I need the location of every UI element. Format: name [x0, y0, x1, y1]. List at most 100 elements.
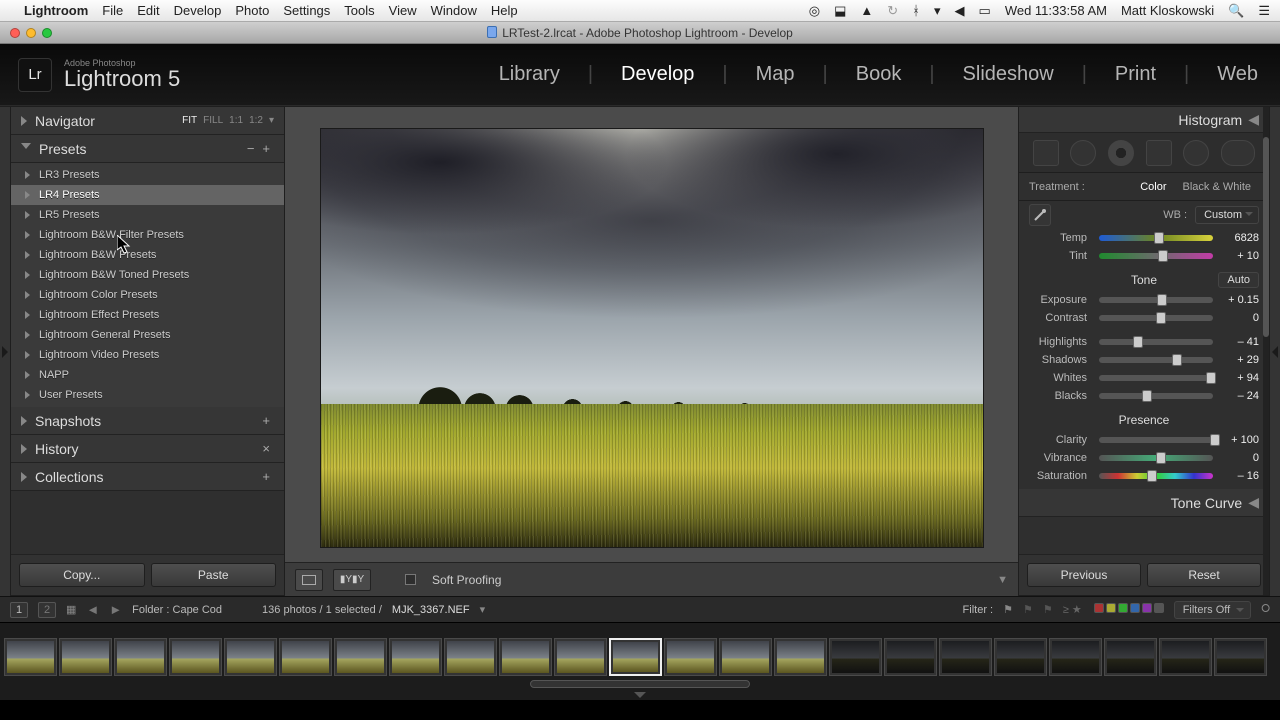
menu-window[interactable]: Window: [431, 3, 477, 18]
filmstrip-thumbnail[interactable]: [444, 638, 497, 676]
filmstrip-thumbnail[interactable]: [499, 638, 552, 676]
saturation-value[interactable]: – 16: [1219, 470, 1259, 482]
flag-filter-picked[interactable]: ⚑: [1003, 603, 1013, 616]
soft-proofing-checkbox[interactable]: [405, 574, 416, 585]
menubar-airplay-icon[interactable]: ▲: [860, 3, 873, 18]
whites-slider[interactable]: [1099, 375, 1213, 381]
reset-button[interactable]: Reset: [1147, 563, 1261, 587]
highlights-slider[interactable]: [1099, 339, 1213, 345]
flag-filter-unflagged[interactable]: ⚑: [1023, 603, 1033, 616]
blacks-slider[interactable]: [1099, 393, 1213, 399]
file-name[interactable]: MJK_3367.NEF: [392, 604, 470, 616]
filmstrip-thumbnail[interactable]: [884, 638, 937, 676]
history-clear-button[interactable]: ×: [258, 441, 274, 456]
menubar-battery-icon[interactable]: ▭: [979, 3, 991, 19]
filmstrip-thumbnail[interactable]: [114, 638, 167, 676]
wb-dropdown[interactable]: Custom: [1195, 206, 1259, 224]
contrast-slider[interactable]: [1099, 315, 1213, 321]
module-print[interactable]: Print: [1111, 59, 1160, 90]
filmstrip-thumbnail[interactable]: [1104, 638, 1157, 676]
main-photo[interactable]: [320, 128, 984, 548]
tint-value[interactable]: + 10: [1219, 250, 1259, 262]
preset-folder[interactable]: Lightroom General Presets: [11, 325, 284, 345]
highlights-value[interactable]: – 41: [1219, 336, 1259, 348]
filmstrip-thumbnail[interactable]: [554, 638, 607, 676]
filmstrip-thumbnail[interactable]: [1049, 638, 1102, 676]
menu-help[interactable]: Help: [491, 3, 518, 18]
menubar-evernote-icon[interactable]: ◎: [809, 3, 820, 19]
spot-removal-tool[interactable]: [1070, 140, 1096, 166]
paste-button[interactable]: Paste: [151, 563, 277, 587]
filmstrip[interactable]: [0, 622, 1280, 690]
menu-edit[interactable]: Edit: [137, 3, 159, 18]
notification-center-icon[interactable]: ☰: [1258, 3, 1270, 19]
module-slideshow[interactable]: Slideshow: [959, 59, 1058, 90]
second-monitor-2[interactable]: 2: [38, 602, 56, 618]
preset-folder[interactable]: User Presets: [11, 385, 284, 405]
filmstrip-thumbnail[interactable]: [279, 638, 332, 676]
menubar-volume-icon[interactable]: ◀: [955, 3, 965, 19]
menu-tools[interactable]: Tools: [344, 3, 374, 18]
filmstrip-scrollbar[interactable]: [530, 680, 750, 688]
toolbar-dropdown-icon[interactable]: ▼: [997, 574, 1008, 586]
zoom-fill[interactable]: FILL: [203, 115, 223, 126]
filmstrip-thumbnail[interactable]: [169, 638, 222, 676]
preset-folder[interactable]: Lightroom Color Presets: [11, 285, 284, 305]
copy-button[interactable]: Copy...: [19, 563, 145, 587]
nav-prev[interactable]: ◄: [86, 602, 99, 617]
file-dropdown-icon[interactable]: ▾: [480, 603, 486, 616]
histogram-header[interactable]: Histogram ◀: [1019, 107, 1269, 133]
presets-plus-button[interactable]: +: [258, 141, 274, 156]
filters-dropdown[interactable]: Filters Off: [1174, 601, 1251, 619]
app-menu[interactable]: Lightroom: [24, 3, 88, 18]
filmstrip-thumbnail[interactable]: [389, 638, 442, 676]
module-book[interactable]: Book: [852, 59, 906, 90]
presets-minus-button[interactable]: −: [243, 141, 259, 156]
menu-file[interactable]: File: [102, 3, 123, 18]
menu-develop[interactable]: Develop: [174, 3, 222, 18]
contrast-value[interactable]: 0: [1219, 312, 1259, 324]
preset-folder[interactable]: LR5 Presets: [11, 205, 284, 225]
shadows-slider[interactable]: [1099, 357, 1213, 363]
redeye-tool[interactable]: [1108, 140, 1134, 166]
wb-eyedropper-tool[interactable]: [1029, 204, 1051, 226]
filmstrip-thumbnail[interactable]: [829, 638, 882, 676]
module-map[interactable]: Map: [752, 59, 799, 90]
filmstrip-thumbnail[interactable]: [994, 638, 1047, 676]
whites-value[interactable]: + 94: [1219, 372, 1259, 384]
module-develop[interactable]: Develop: [617, 59, 698, 90]
filmstrip-thumbnail[interactable]: [939, 638, 992, 676]
menubar-wifi-icon[interactable]: ▾: [934, 3, 941, 19]
menu-photo[interactable]: Photo: [235, 3, 269, 18]
preset-folder[interactable]: Lightroom B&W Presets: [11, 245, 284, 265]
zoom-fit[interactable]: FIT: [182, 115, 197, 126]
exposure-slider[interactable]: [1099, 297, 1213, 303]
grid-view-icon[interactable]: ▦: [66, 603, 76, 616]
rating-filter[interactable]: ≥ ★: [1063, 603, 1082, 616]
crop-tool[interactable]: [1033, 140, 1059, 166]
tint-slider[interactable]: [1099, 253, 1213, 259]
history-header[interactable]: History ×: [11, 435, 284, 463]
presets-header[interactable]: Presets − +: [11, 135, 284, 163]
loupe-view-button[interactable]: [295, 569, 323, 591]
saturation-slider[interactable]: [1099, 473, 1213, 479]
snapshots-plus-button[interactable]: +: [258, 413, 274, 428]
right-panel-scrollbar[interactable]: [1263, 107, 1269, 595]
shadows-value[interactable]: + 29: [1219, 354, 1259, 366]
menu-settings[interactable]: Settings: [283, 3, 330, 18]
menu-view[interactable]: View: [389, 3, 417, 18]
preset-folder[interactable]: LR4 Presets: [11, 185, 284, 205]
filmstrip-thumbnail[interactable]: [59, 638, 112, 676]
radial-filter-tool[interactable]: [1183, 140, 1209, 166]
module-web[interactable]: Web: [1213, 59, 1262, 90]
left-rail-toggle[interactable]: [0, 106, 10, 596]
menubar-bluetooth-icon[interactable]: ᚼ: [912, 3, 920, 18]
exposure-value[interactable]: + 0.15: [1219, 294, 1259, 306]
second-monitor-1[interactable]: 1: [10, 602, 28, 618]
temp-slider[interactable]: [1099, 235, 1213, 241]
filmstrip-thumbnail[interactable]: [334, 638, 387, 676]
zoom-1-1[interactable]: 1:1: [229, 115, 243, 126]
preset-folder[interactable]: LR3 Presets: [11, 165, 284, 185]
filmstrip-thumbnail[interactable]: [774, 638, 827, 676]
menubar-clock[interactable]: Wed 11:33:58 AM: [1005, 3, 1107, 18]
